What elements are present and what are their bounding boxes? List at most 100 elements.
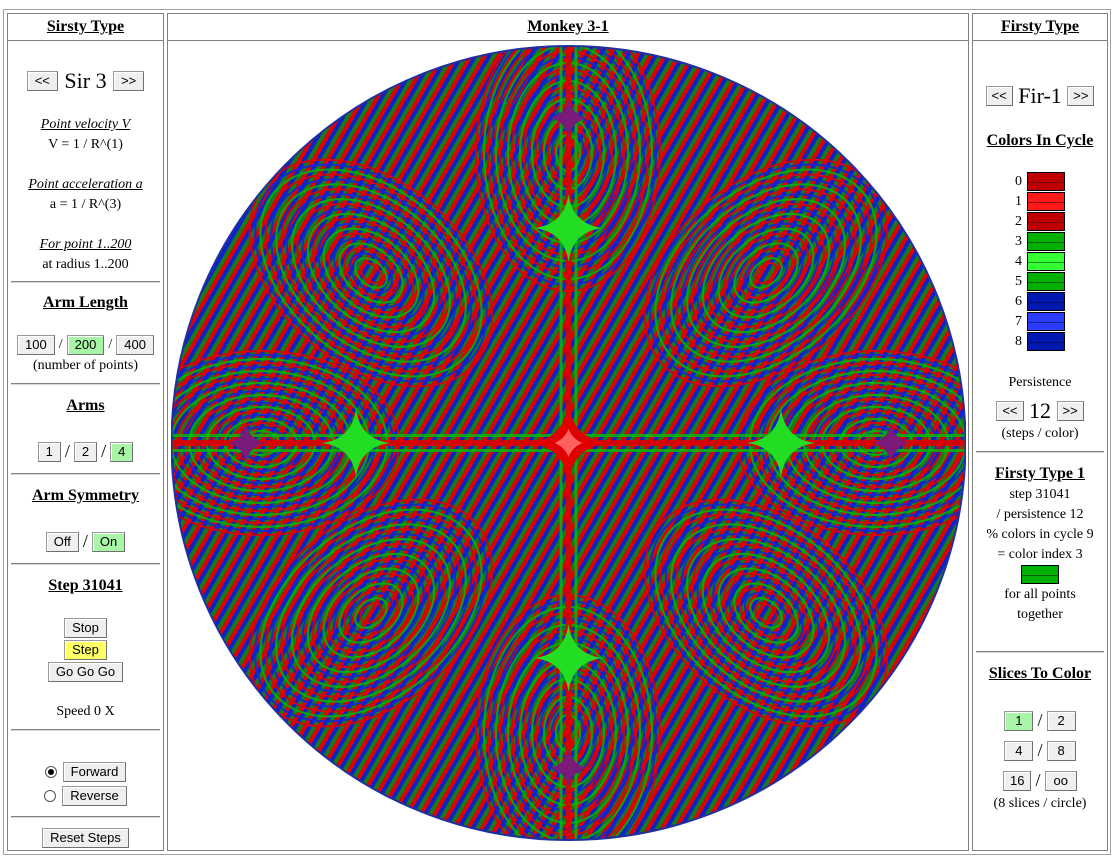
arm-length-options: 100/200/400 <box>8 335 163 355</box>
color-cycle-row: 8 <box>973 332 1107 352</box>
color-swatch <box>1027 212 1065 232</box>
color-swatch <box>1027 312 1065 332</box>
slices-row-2: 4/8 <box>973 740 1107 761</box>
color-swatch <box>1027 272 1065 292</box>
color-cycle-row: 6 <box>973 292 1107 312</box>
color-swatch <box>1027 332 1065 352</box>
sir-selector: << Sir 3 >> <box>8 68 163 94</box>
arm-length-title: Arm Length <box>43 294 128 311</box>
pattern-canvas-area[interactable] <box>170 43 967 843</box>
fir-prev-button[interactable]: << <box>985 86 1013 106</box>
color-cycle-row: 7 <box>973 312 1107 332</box>
right-panel-header: Firsty Type <box>972 13 1108 41</box>
color-cycle-list: 0 1 2 3 4 5 6 7 8 <box>973 172 1107 352</box>
color-cycle-row: 4 <box>973 252 1107 272</box>
pattern-title: Monkey 3-1 <box>527 18 609 35</box>
gogogo-button[interactable]: Go Go Go <box>47 662 124 682</box>
arm-symmetry-options: Off / On <box>8 531 163 552</box>
divider <box>11 281 160 283</box>
persistence-next-button[interactable]: >> <box>1056 401 1084 421</box>
arms-title: Arms <box>66 397 105 414</box>
color-cycle-row: 0 <box>973 172 1107 192</box>
symmetry-on-button[interactable]: On <box>91 531 126 552</box>
divider <box>976 651 1104 653</box>
symmetry-off-button[interactable]: Off <box>45 531 79 552</box>
arm-length-note: (number of points) <box>33 358 138 373</box>
color-index-label: 8 <box>1015 334 1022 349</box>
fir-label: Fir-1 <box>1018 83 1062 108</box>
slices-to-color-title: Slices To Color <box>988 665 1092 682</box>
color-index-label: 3 <box>1015 234 1022 249</box>
arms-2-button[interactable]: 2 <box>73 441 98 462</box>
step-button[interactable]: Step <box>64 640 107 660</box>
center-panel-header: Monkey 3-1 <box>167 13 969 41</box>
sir-prev-button[interactable]: << <box>26 71 58 91</box>
right-panel: << Fir-1 >> Colors In Cycle 012345678 Pe… <box>972 40 1108 851</box>
reverse-radio[interactable] <box>44 790 57 802</box>
arm-length-400-button[interactable]: 400 <box>116 335 154 355</box>
color-cycle-row: 2 <box>973 212 1107 232</box>
divider <box>11 729 160 731</box>
color-index-label: 6 <box>1015 294 1022 309</box>
persistence-value: 12 <box>1029 398 1051 423</box>
forward-radio[interactable] <box>44 766 57 778</box>
color-index-label: 0 <box>1015 174 1022 189</box>
left-panel: << Sir 3 >> Point velocity V V = 1 / R^(… <box>7 40 164 851</box>
color-swatch <box>1027 172 1065 192</box>
left-panel-title: Sirsty Type <box>46 18 125 35</box>
arm-length-100-button[interactable]: 100 <box>17 335 55 355</box>
arm-length-200-button[interactable]: 200 <box>66 335 105 355</box>
points-label: For point 1..200 <box>39 237 132 252</box>
current-color-swatch <box>1021 565 1059 584</box>
speed-label: Speed 0 X <box>56 704 115 719</box>
divider <box>11 816 160 818</box>
color-index-label: 2 <box>1015 214 1022 229</box>
reset-steps-button[interactable]: Reset Steps <box>42 828 129 848</box>
persistence-prev-button[interactable]: << <box>996 401 1024 421</box>
calc-step: step 31041 <box>1009 487 1071 502</box>
pattern-canvas[interactable] <box>170 43 967 843</box>
color-cycle-row: 3 <box>973 232 1107 252</box>
forward-option[interactable]: Forward <box>8 762 163 782</box>
velocity-formula: V = 1 / R^(1) <box>48 137 123 152</box>
arms-4-button[interactable]: 4 <box>110 441 134 462</box>
fir-selector: << Fir-1 >> <box>973 83 1107 109</box>
slices-4-button[interactable]: 4 <box>1004 740 1034 761</box>
left-panel-header: Sirsty Type <box>7 13 164 41</box>
slices-8-button[interactable]: 8 <box>1046 740 1076 761</box>
calc-all-line1: for all points <box>1004 587 1076 602</box>
slices-note: (8 slices / circle) <box>993 796 1087 811</box>
points-radius: at radius 1..200 <box>42 257 129 272</box>
calc-all-line2: together <box>1017 607 1063 622</box>
acceleration-formula: a = 1 / R^(3) <box>49 197 122 212</box>
arms-options: 1/2/4 <box>8 441 163 462</box>
sir-next-button[interactable]: >> <box>113 71 145 91</box>
color-index-label: 1 <box>1015 194 1022 209</box>
stop-button[interactable]: Stop <box>64 618 107 638</box>
slices-16-button[interactable]: 16 <box>1003 770 1032 791</box>
persistence-title: Persistence <box>1008 375 1072 390</box>
slices-1-button[interactable]: 1 <box>1004 710 1034 731</box>
forward-button[interactable]: Forward <box>62 762 127 782</box>
right-panel-title: Firsty Type <box>1000 18 1080 35</box>
color-swatch <box>1027 192 1065 212</box>
color-swatch <box>1027 292 1065 312</box>
acceleration-label: Point acceleration a <box>28 177 143 192</box>
divider <box>11 563 160 565</box>
arms-1-button[interactable]: 1 <box>37 441 61 462</box>
color-index-label: 4 <box>1015 254 1022 269</box>
reverse-option[interactable]: Reverse <box>8 786 163 806</box>
color-cycle-row: 1 <box>973 192 1107 212</box>
calc-colors: % colors in cycle 9 <box>986 527 1094 542</box>
fir-next-button[interactable]: >> <box>1067 86 1095 106</box>
slices-2-button[interactable]: 2 <box>1046 710 1076 731</box>
color-cycle-row: 5 <box>973 272 1107 292</box>
persistence-note: (steps / color) <box>1001 426 1079 441</box>
calc-persistence: / persistence 12 <box>996 507 1084 522</box>
arm-symmetry-title: Arm Symmetry <box>31 487 140 504</box>
divider <box>11 473 160 475</box>
slices-infinity-button[interactable]: oo <box>1044 770 1077 791</box>
color-index-label: 5 <box>1015 274 1022 289</box>
reverse-button[interactable]: Reverse <box>62 786 127 806</box>
color-swatch <box>1027 232 1065 252</box>
